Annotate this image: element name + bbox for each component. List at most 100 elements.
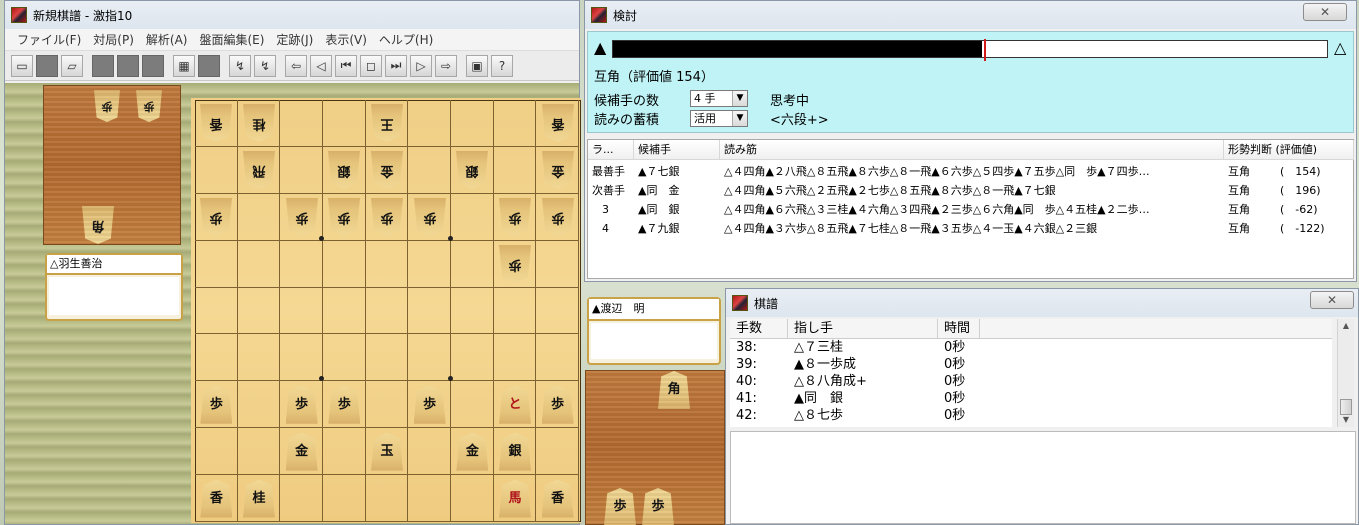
- board-square[interactable]: 歩: [323, 381, 366, 429]
- shogi-piece[interactable]: 香: [200, 104, 232, 142]
- board-square[interactable]: [408, 475, 451, 522]
- gote-hand-piece[interactable]: 角: [82, 206, 114, 244]
- shogi-piece[interactable]: 玉: [370, 432, 403, 471]
- shogi-piece[interactable]: 王: [371, 104, 403, 142]
- board-square[interactable]: [365, 287, 409, 335]
- analysis-close-button[interactable]: ✕: [1303, 3, 1347, 21]
- board-square[interactable]: 歩: [323, 193, 366, 241]
- tool-icon-2[interactable]: [117, 54, 139, 77]
- shogi-piece[interactable]: 金: [456, 432, 489, 471]
- board-square[interactable]: 香: [195, 475, 238, 522]
- board-square[interactable]: 歩: [195, 193, 238, 241]
- new-file-icon[interactable]: ▭: [11, 54, 33, 77]
- sente-hand-piece[interactable]: 歩: [642, 488, 674, 525]
- scrollbar-thumb[interactable]: [1340, 399, 1352, 415]
- board-square[interactable]: 玉: [365, 428, 409, 476]
- shogi-piece[interactable]: 歩: [499, 198, 531, 236]
- board-square[interactable]: 金: [536, 146, 579, 194]
- board-square[interactable]: [195, 146, 238, 194]
- menu-view[interactable]: 表示(V): [319, 31, 373, 48]
- board-square[interactable]: [365, 334, 409, 382]
- board-square[interactable]: [365, 240, 409, 288]
- board-square[interactable]: [493, 334, 537, 382]
- board-square[interactable]: [195, 334, 238, 382]
- scroll-up-icon[interactable]: ▲: [1340, 321, 1352, 331]
- board-square[interactable]: [451, 240, 494, 288]
- shogi-piece[interactable]: 歩: [541, 385, 574, 424]
- shogi-piece[interactable]: 歩: [542, 198, 574, 236]
- board-square[interactable]: 銀: [493, 428, 537, 476]
- board-square[interactable]: 歩: [536, 381, 579, 429]
- board-square[interactable]: [493, 146, 537, 194]
- shogi-piece[interactable]: 歩: [286, 198, 318, 236]
- board-square[interactable]: [280, 475, 323, 522]
- sente-hand-piece[interactable]: 歩: [604, 488, 636, 525]
- gote-hand-piece[interactable]: 歩: [94, 90, 120, 122]
- board-square[interactable]: 金: [451, 428, 494, 476]
- monitor-icon[interactable]: ▣: [466, 54, 488, 77]
- shogi-piece[interactable]: 銀: [498, 432, 531, 471]
- board-square[interactable]: 桂: [237, 100, 281, 147]
- board-square[interactable]: [237, 381, 281, 429]
- shogi-piece[interactable]: 歩: [371, 198, 403, 236]
- table-row[interactable]: 次善手 ▲同 金 △４四角▲５六飛△２五飛▲２七歩△８五飛▲８六歩△８一飛▲７七…: [588, 181, 1353, 200]
- board-square[interactable]: [195, 428, 238, 476]
- board-square[interactable]: [323, 287, 366, 335]
- candidates-select[interactable]: 4 手 ▼: [690, 90, 748, 107]
- board-square[interactable]: [280, 146, 323, 194]
- shogi-piece[interactable]: 歩: [200, 198, 232, 236]
- board-square[interactable]: と: [493, 381, 537, 429]
- shogi-piece[interactable]: 香: [200, 479, 233, 518]
- stop-icon[interactable]: ◻: [360, 54, 382, 77]
- board-square[interactable]: 金: [365, 146, 409, 194]
- board-square[interactable]: [323, 100, 366, 147]
- shogi-piece[interactable]: 銀: [456, 151, 488, 189]
- shogi-piece[interactable]: と: [498, 385, 531, 424]
- board-square[interactable]: 歩: [493, 240, 537, 288]
- tool-icon-3[interactable]: [142, 54, 164, 77]
- column-move-number[interactable]: 手数: [730, 319, 788, 339]
- shogi-piece[interactable]: 歩: [413, 385, 446, 424]
- kifu-comment-area[interactable]: [730, 431, 1356, 524]
- kifu-row[interactable]: 40: △８八角成+ 0秒: [730, 373, 1332, 390]
- board-square[interactable]: [365, 475, 409, 522]
- open-icon[interactable]: ▱: [61, 54, 83, 77]
- flip-alt-icon[interactable]: ↯: [254, 54, 276, 77]
- shogi-piece[interactable]: 歩: [414, 198, 446, 236]
- board-square[interactable]: [237, 428, 281, 476]
- column-rank[interactable]: ラ...: [588, 140, 634, 160]
- gote-hand-piece[interactable]: 歩: [136, 90, 162, 122]
- board-square[interactable]: [451, 287, 494, 335]
- board-square[interactable]: 歩: [536, 193, 579, 241]
- shogi-piece[interactable]: 香: [541, 479, 574, 518]
- shogi-piece[interactable]: 香: [542, 104, 574, 142]
- kifu-row[interactable]: 38: △７三桂 0秒: [730, 339, 1332, 356]
- step-back-icon[interactable]: ⏮: [335, 54, 357, 77]
- tool-icon-4[interactable]: [198, 54, 220, 77]
- board-square[interactable]: [408, 334, 451, 382]
- board-square[interactable]: 歩: [280, 193, 323, 241]
- board-square[interactable]: 歩: [365, 193, 409, 241]
- help-icon[interactable]: ?: [491, 54, 513, 77]
- board-square[interactable]: [195, 287, 238, 335]
- board-square[interactable]: [323, 428, 366, 476]
- table-row[interactable]: 最善手 ▲７七銀 △４四角▲２八飛△８五飛▲８六歩△８一飛▲６六歩△５四歩▲７五…: [588, 162, 1353, 181]
- board-square[interactable]: [451, 193, 494, 241]
- column-time[interactable]: 時間: [938, 319, 980, 339]
- board-square[interactable]: [536, 334, 579, 382]
- shogi-piece[interactable]: 銀: [328, 151, 360, 189]
- board-square[interactable]: 銀: [323, 146, 366, 194]
- kifu-close-button[interactable]: ✕: [1310, 291, 1354, 309]
- board-square[interactable]: 歩: [408, 381, 451, 429]
- table-row[interactable]: 4 ▲７九銀 △４四角▲３六歩△８五飛▲７七桂△８一飛▲３五歩△４一玉▲４六銀△…: [588, 219, 1353, 238]
- column-judgement[interactable]: 形勢判断 (評価値): [1224, 140, 1354, 160]
- shogi-piece[interactable]: 飛: [243, 151, 275, 189]
- board-square[interactable]: [408, 146, 451, 194]
- board-square[interactable]: [451, 334, 494, 382]
- board-square[interactable]: [408, 100, 451, 147]
- board-square[interactable]: [408, 240, 451, 288]
- shogi-piece[interactable]: 歩: [499, 245, 531, 283]
- flip-icon[interactable]: ↯: [229, 54, 251, 77]
- board-square[interactable]: [408, 287, 451, 335]
- column-move[interactable]: 指し手: [788, 319, 938, 339]
